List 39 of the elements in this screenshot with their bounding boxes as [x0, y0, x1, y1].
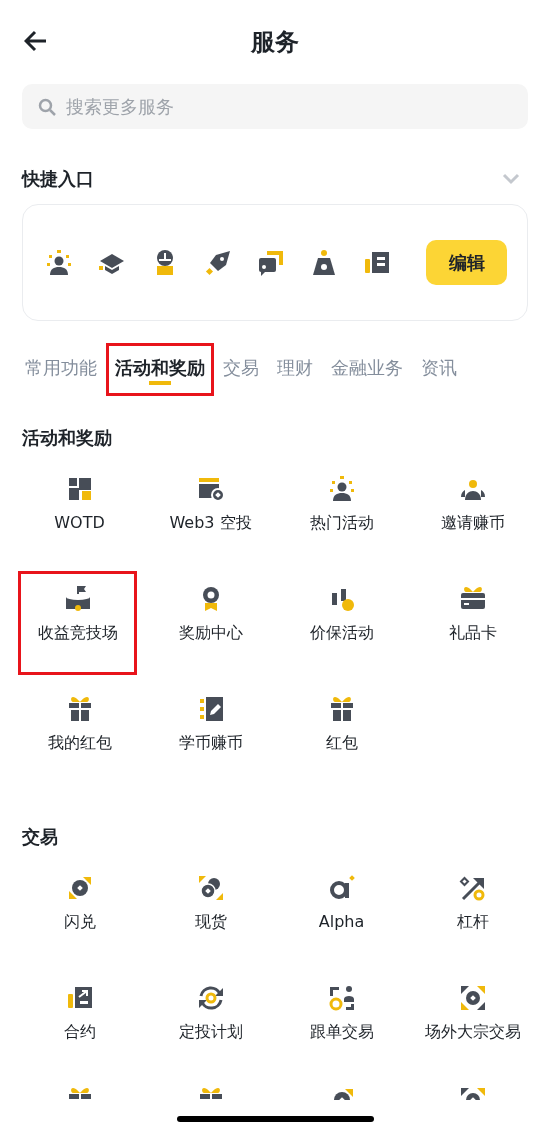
service-item[interactable]: 礼品卡 [407, 571, 538, 681]
service-item[interactable]: WOTD [14, 461, 145, 571]
coins-icon [196, 874, 225, 902]
edit-button[interactable]: 编辑 [426, 240, 507, 285]
page-title: 服务 [251, 27, 299, 58]
section-title: 快捷入口 [22, 167, 94, 191]
service-item[interactable]: 收益竞技场 [18, 571, 137, 675]
person-icon[interactable] [45, 248, 73, 277]
service-item[interactable]: 跟单交易 [276, 970, 407, 1080]
service-item[interactable]: 合约 [14, 970, 145, 1080]
service-item[interactable]: Web3 空投 [145, 461, 276, 571]
search-input[interactable]: 搜索更多服务 [64, 92, 512, 121]
search-icon [38, 97, 56, 116]
service-item[interactable]: 杠杆 [407, 860, 538, 970]
back-arrow-icon[interactable] [24, 30, 48, 52]
alpha-icon [327, 874, 356, 902]
coin-cycle-icon [196, 984, 225, 1012]
service-item[interactable]: 定投计划 [145, 970, 276, 1080]
service-item[interactable]: 闪兑 [14, 860, 145, 970]
section-title: 交易 [22, 825, 59, 849]
section-title: 活动和奖励 [22, 426, 113, 450]
search-bar[interactable]: 搜索更多服务 [22, 84, 528, 129]
service-item[interactable]: Alpha [276, 860, 407, 970]
category-tab[interactable]: 活动和奖励 [106, 343, 214, 396]
service-item[interactable]: 价保活动 [276, 571, 407, 681]
service-item[interactable]: 邀请赚币 [407, 461, 538, 571]
percent-arrow-icon [458, 874, 487, 902]
service-item[interactable]: 热门活动 [276, 461, 407, 571]
service-item[interactable]: 现货 [145, 860, 276, 970]
service-item[interactable]: 场外大宗交易 [407, 970, 538, 1080]
service-item[interactable]: 奖励中心 [145, 571, 276, 681]
service-item[interactable]: 红包 [276, 681, 407, 791]
person-icon [327, 475, 356, 503]
calendar-icon [196, 475, 225, 503]
service-item[interactable]: 我的红包 [14, 681, 145, 791]
service-item[interactable]: 学币赚币 [145, 681, 276, 791]
flag-arena-icon [63, 585, 92, 613]
news-feed-icon[interactable] [257, 248, 285, 277]
copy-trade-icon [327, 984, 356, 1012]
